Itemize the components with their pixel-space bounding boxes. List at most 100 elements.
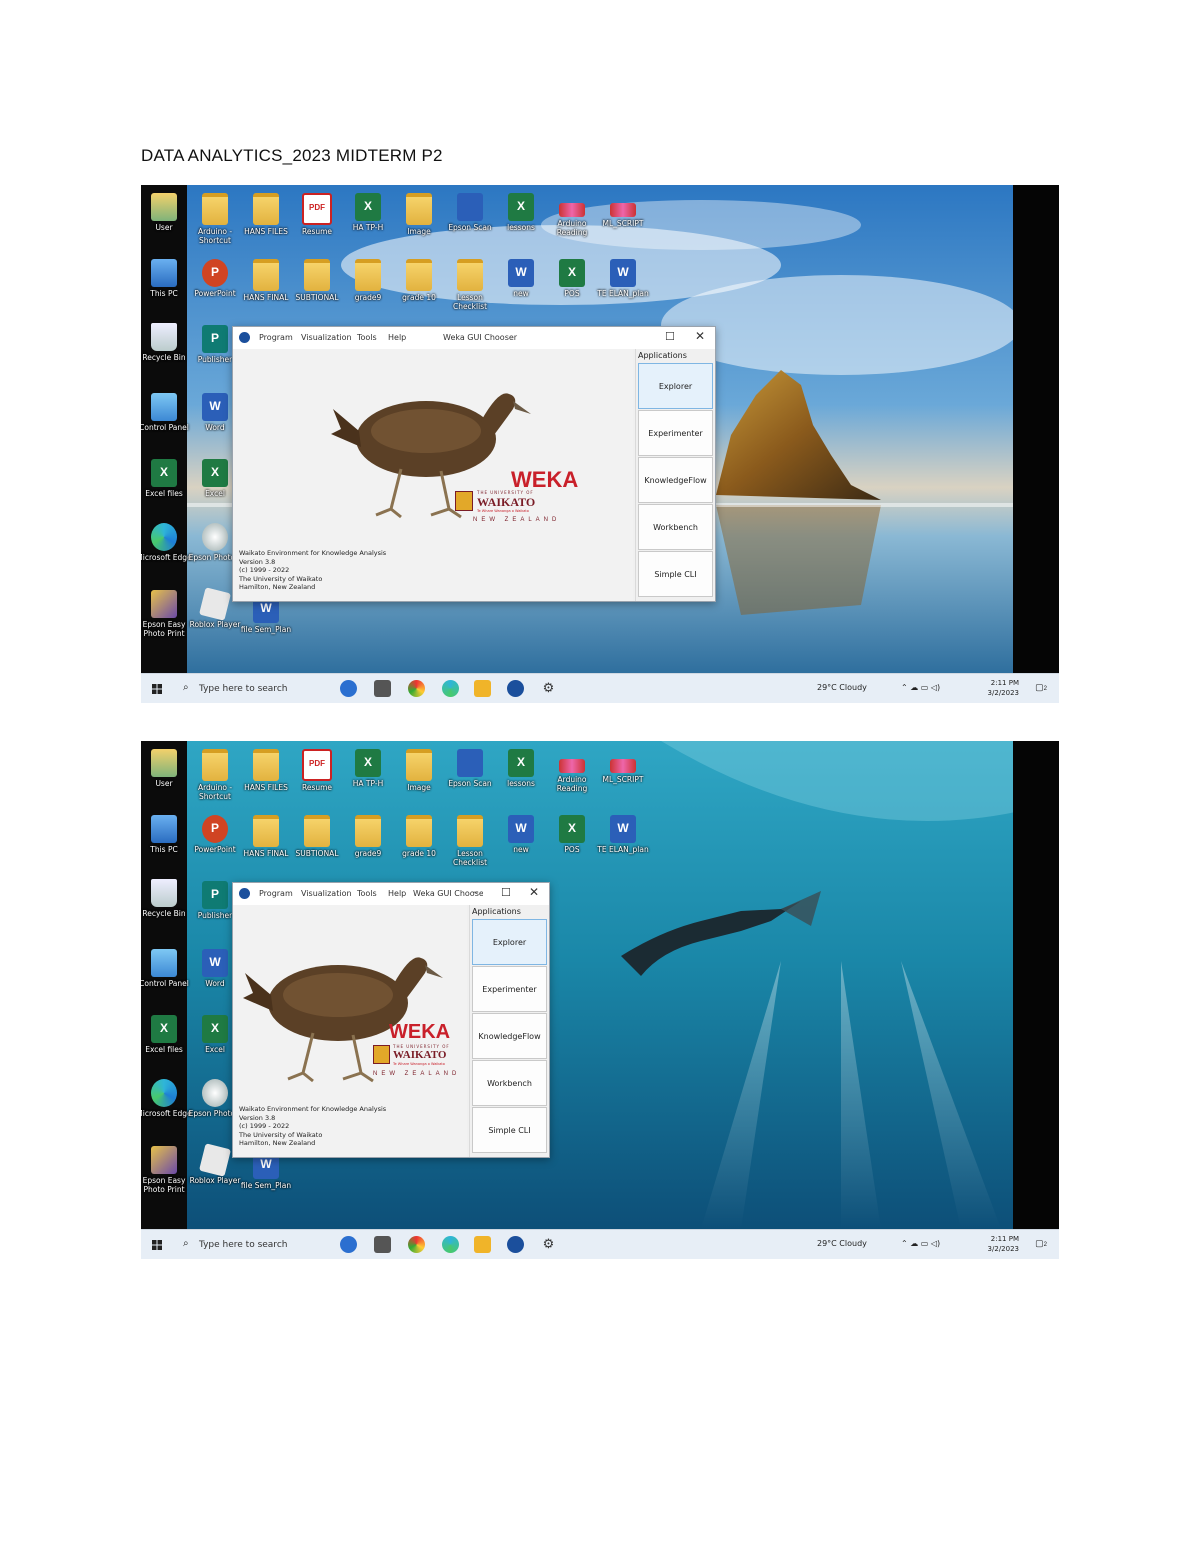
icon-label: file Sem_Plan bbox=[240, 1181, 292, 1190]
tray-icons[interactable]: ⌃ ☁ ▭ ◁) bbox=[901, 1239, 940, 1248]
menu-help[interactable]: Help bbox=[388, 333, 406, 342]
file-explorer-icon[interactable] bbox=[474, 680, 491, 697]
workbench-button[interactable]: Workbench bbox=[638, 504, 713, 550]
menu-program[interactable]: Program bbox=[259, 889, 293, 898]
bing-icon[interactable] bbox=[340, 680, 357, 697]
notification-icon[interactable]: ▢2 bbox=[1035, 1238, 1047, 1249]
desktop-icon-grade10[interactable]: grade 10 bbox=[390, 259, 448, 302]
desktop-icon-hans-final[interactable]: HANS FINAL bbox=[237, 815, 295, 858]
excel-icon: X bbox=[151, 1015, 177, 1043]
desktop-icon-grade9[interactable]: grade9 bbox=[339, 259, 397, 302]
desktop-icon-lessons[interactable]: Xlessons bbox=[492, 193, 550, 232]
desktop-icon-ml-script[interactable]: ML_SCRIPT bbox=[594, 193, 652, 228]
desktop-icon-epson-scan[interactable]: Epson Scan bbox=[441, 749, 499, 788]
desktop-icon-ha-tp[interactable]: X HA TP-H bbox=[339, 749, 397, 788]
desktop-icon-arduino[interactable]: Arduino - Shortcut bbox=[186, 193, 244, 245]
desktop-icon-grade9[interactable]: grade9 bbox=[339, 815, 397, 858]
knowledgeflow-button[interactable]: KnowledgeFlow bbox=[472, 1013, 547, 1059]
desktop-icon-hans-files[interactable]: HANS FILES bbox=[237, 749, 295, 792]
taskbar-clock[interactable]: 2:11 PM 3/2/2023 bbox=[988, 678, 1019, 698]
chrome-icon[interactable] bbox=[408, 1236, 425, 1253]
menu-tools[interactable]: Tools bbox=[357, 889, 377, 898]
desktop-icon-powerpoint[interactable]: P PowerPoint bbox=[186, 815, 244, 854]
minimize-icon[interactable]: – bbox=[473, 885, 479, 898]
taskbar-search-box[interactable]: ⌕ Type here to search bbox=[179, 1235, 339, 1255]
desktop-icon-image[interactable]: Image bbox=[390, 749, 448, 792]
desktop-icon-pos[interactable]: X POS bbox=[543, 815, 601, 854]
menu-visualization[interactable]: Visualization bbox=[301, 889, 352, 898]
menu-visualization[interactable]: Visualization bbox=[301, 333, 352, 342]
desktop-icon-te-elan[interactable]: W TE ELAN_plan bbox=[594, 259, 652, 298]
menu-tools[interactable]: Tools bbox=[357, 333, 377, 342]
desktop-icon-subtional[interactable]: SUBTIONAL bbox=[288, 815, 346, 858]
task-view-icon[interactable] bbox=[374, 1236, 391, 1253]
windows-start-icon[interactable] bbox=[152, 1240, 162, 1250]
explorer-button[interactable]: Explorer bbox=[472, 919, 547, 965]
weather-widget[interactable]: 29°C Cloudy bbox=[817, 1239, 867, 1248]
search-placeholder: Type here to search bbox=[199, 1240, 288, 1250]
tray-icons[interactable]: ⌃ ☁ ▭ ◁) bbox=[901, 683, 940, 692]
banner-icon bbox=[559, 203, 585, 217]
simple-cli-button[interactable]: Simple CLI bbox=[472, 1107, 547, 1153]
folder-icon bbox=[304, 815, 330, 847]
desktop-icon-arduino[interactable]: Arduino - Shortcut bbox=[186, 749, 244, 801]
publisher-icon: P bbox=[202, 881, 228, 909]
simple-cli-button[interactable]: Simple CLI bbox=[638, 551, 713, 597]
windows-start-icon[interactable] bbox=[152, 684, 162, 694]
weka-splash-area: WEKA THE UNIVERSITY OF WAIKATO Te Whare … bbox=[233, 349, 633, 601]
file-explorer-icon[interactable] bbox=[474, 1236, 491, 1253]
desktop-icon-arduino-reading[interactable]: Arduino Reading bbox=[543, 193, 601, 237]
edge-taskbar-icon[interactable] bbox=[442, 1236, 459, 1253]
maximize-icon[interactable]: ☐ bbox=[501, 886, 511, 899]
university-motto: Te Whare Wananga o Waikato bbox=[477, 509, 529, 513]
clock-time: 2:11 PM bbox=[990, 679, 1019, 687]
clock-time: 2:11 PM bbox=[990, 1235, 1019, 1243]
desktop-icon-te-elan[interactable]: W TE ELAN_plan bbox=[594, 815, 652, 854]
new-zealand-text: NEW ZEALAND bbox=[473, 517, 561, 523]
chrome-icon[interactable] bbox=[408, 680, 425, 697]
desktop-icon-lessons[interactable]: Xlessons bbox=[492, 749, 550, 788]
maximize-icon[interactable]: ☐ bbox=[665, 330, 675, 343]
desktop-icon-ml-script[interactable]: ML_SCRIPT bbox=[594, 749, 652, 784]
file-icon bbox=[406, 749, 432, 781]
desktop-icon-hans-final[interactable]: HANS FINAL bbox=[237, 259, 295, 302]
desktop-icon-new[interactable]: Wnew bbox=[492, 815, 550, 854]
menu-program[interactable]: Program bbox=[259, 333, 293, 342]
desktop-icon-arduino-reading[interactable]: Arduino Reading bbox=[543, 749, 601, 793]
weather-widget[interactable]: 29°C Cloudy bbox=[817, 683, 867, 692]
desktop-icon-epson-scan[interactable]: Epson Scan bbox=[441, 193, 499, 232]
waikato-text: WAIKATO bbox=[393, 1049, 447, 1061]
notification-icon[interactable]: ▢2 bbox=[1035, 682, 1047, 693]
edge-taskbar-icon[interactable] bbox=[442, 680, 459, 697]
close-icon[interactable]: ✕ bbox=[529, 885, 539, 899]
desktop-icon-subtional[interactable]: SUBTIONAL bbox=[288, 259, 346, 302]
desktop-icon-new[interactable]: Wnew bbox=[492, 259, 550, 298]
taskbar-clock[interactable]: 2:11 PM 3/2/2023 bbox=[988, 1234, 1019, 1254]
settings-gear-icon[interactable]: ⚙ bbox=[540, 680, 557, 697]
taskbar-search-box[interactable]: ⌕ Type here to search bbox=[179, 679, 339, 699]
close-icon[interactable]: ✕ bbox=[695, 329, 705, 343]
desktop-icon-resume[interactable]: PDF Resume bbox=[288, 749, 346, 792]
explorer-button[interactable]: Explorer bbox=[638, 363, 713, 409]
desktop-icon-image[interactable]: Image bbox=[390, 193, 448, 236]
settings-gear-icon[interactable]: ⚙ bbox=[540, 1236, 557, 1253]
desktop-icon-lesson-checklist[interactable]: Lesson Checklist bbox=[441, 259, 499, 311]
bing-icon[interactable] bbox=[340, 1236, 357, 1253]
weka-title-bar: Program Visualization Tools Help Weka GU… bbox=[233, 883, 549, 905]
desktop-icon-pos[interactable]: X POS bbox=[543, 259, 601, 298]
experimenter-button[interactable]: Experimenter bbox=[638, 410, 713, 456]
desktop-icon-lesson-checklist[interactable]: Lesson Checklist bbox=[441, 815, 499, 867]
task-view-icon[interactable] bbox=[374, 680, 391, 697]
weka-taskbar-icon[interactable] bbox=[507, 1236, 524, 1253]
desktop-icon-resume[interactable]: PDF Resume bbox=[288, 193, 346, 236]
desktop-icon-ha-tp[interactable]: X HA TP-H bbox=[339, 193, 397, 232]
menu-help[interactable]: Help bbox=[388, 889, 406, 898]
icon-label: grade 10 bbox=[402, 293, 436, 302]
weka-taskbar-icon[interactable] bbox=[507, 680, 524, 697]
desktop-icon-powerpoint[interactable]: P PowerPoint bbox=[186, 259, 244, 298]
desktop-icon-hans-files[interactable]: HANS FILES bbox=[237, 193, 295, 236]
workbench-button[interactable]: Workbench bbox=[472, 1060, 547, 1106]
knowledgeflow-button[interactable]: KnowledgeFlow bbox=[638, 457, 713, 503]
experimenter-button[interactable]: Experimenter bbox=[472, 966, 547, 1012]
desktop-icon-grade10[interactable]: grade 10 bbox=[390, 815, 448, 858]
